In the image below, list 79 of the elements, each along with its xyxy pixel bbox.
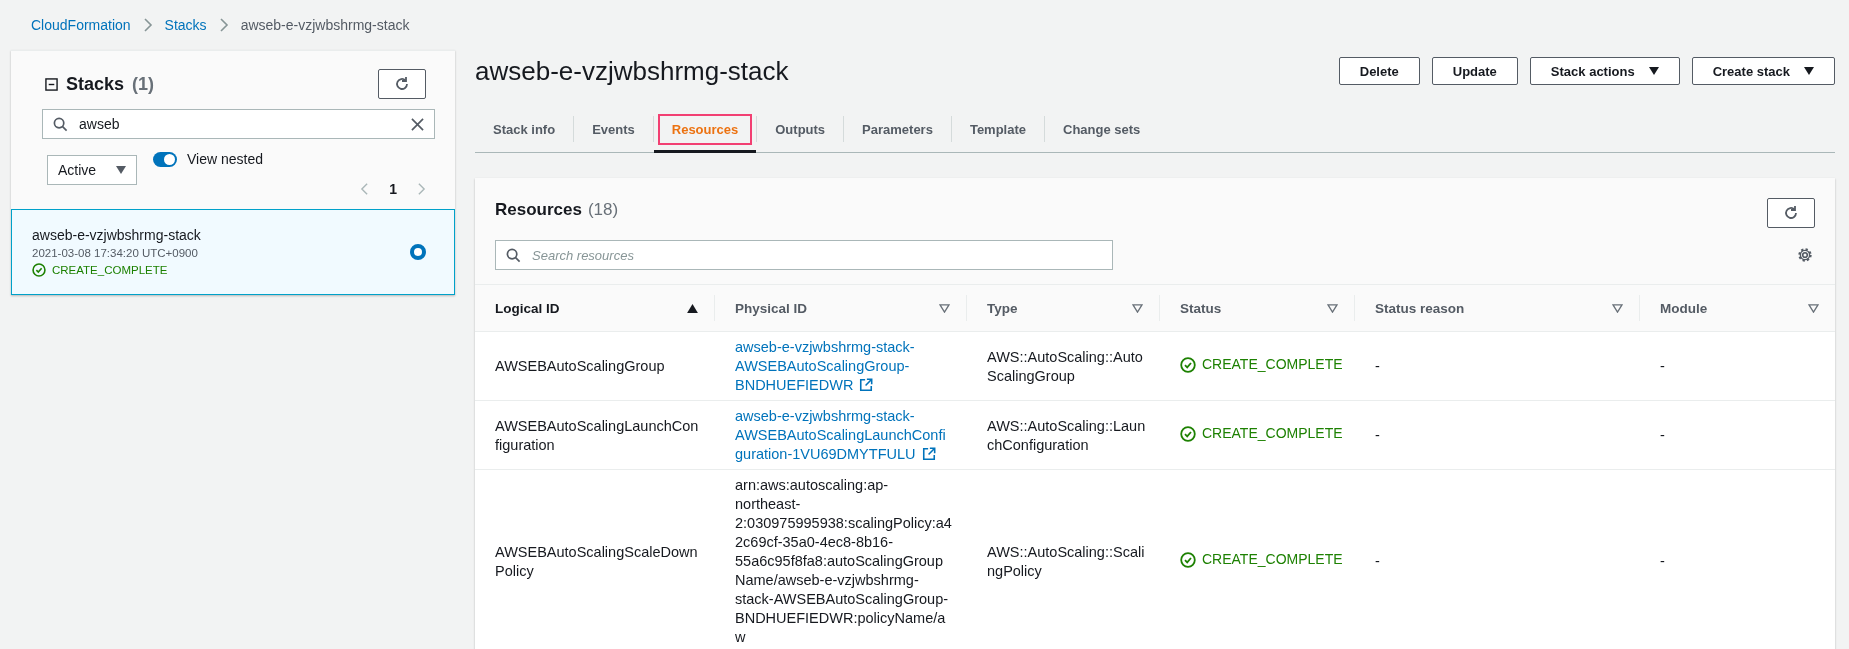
success-icon xyxy=(1180,356,1196,373)
status-text: CREATE_COMPLETE xyxy=(1202,355,1343,375)
column-header[interactable]: Status reason xyxy=(1355,295,1640,321)
search-icon xyxy=(506,248,521,263)
search-icon xyxy=(53,117,68,132)
sort-ascending-icon xyxy=(687,303,698,313)
clear-icon[interactable] xyxy=(411,118,424,131)
column-header[interactable]: Status xyxy=(1160,295,1355,321)
page-number[interactable]: 1 xyxy=(389,181,397,197)
tab[interactable]: Stack info xyxy=(479,113,570,145)
action-button[interactable]: Stack actions xyxy=(1529,57,1680,85)
table-cell: AWSEBAutoScalingGroup xyxy=(495,358,665,374)
chevron-right-icon xyxy=(218,17,229,33)
toggle-label: View nested xyxy=(187,151,263,167)
column-header[interactable]: Module xyxy=(1640,295,1835,321)
column-header[interactable]: Type xyxy=(967,295,1160,321)
stack-list-item[interactable]: awseb-e-vzjwbshrmg-stack 2021-03-08 17:34:20 UTC+0900 CREATE_COMPLETE xyxy=(11,209,455,295)
settings-icon[interactable] xyxy=(1797,247,1813,263)
column-header[interactable]: Logical ID xyxy=(475,295,715,321)
view-nested-toggle[interactable] xyxy=(153,151,177,167)
refresh-button[interactable] xyxy=(378,69,426,99)
sort-icon xyxy=(1808,303,1819,313)
table-cell: AWS::AutoScaling::LaunchConfiguration xyxy=(987,417,1146,453)
refresh-button[interactable] xyxy=(1767,198,1815,228)
action-button[interactable]: Delete xyxy=(1338,57,1420,85)
tab[interactable]: Change sets xyxy=(1049,113,1155,145)
external-link-icon xyxy=(859,378,874,392)
column-header[interactable]: Physical ID xyxy=(715,295,967,321)
success-icon xyxy=(1180,425,1196,442)
resource-count: (18) xyxy=(587,200,619,220)
sort-icon xyxy=(1132,303,1143,313)
resources-title: Resources xyxy=(495,200,582,220)
action-button[interactable]: Create stack xyxy=(1691,57,1835,85)
table-cell: - xyxy=(1375,553,1380,569)
breadcrumb-current: awseb-e-vzjwbshrmg-stack xyxy=(240,17,410,33)
action-button[interactable]: Update xyxy=(1431,57,1518,85)
caret-down-icon xyxy=(1804,67,1814,75)
breadcrumb-link[interactable]: Stacks xyxy=(164,17,207,33)
refresh-icon xyxy=(394,76,410,92)
table-cell: arn:aws:autoscaling:ap-northeast-2:030975995938:scalingPolicy:a42c69cf-35a0-4ec8-8b16-55a6c95f8fa8:autoScalingGroupName/awseb-e-vzjwbshrmg-stack-AWSEBAutoScalingGroup-BNDHUEFIEDWR:policyName/aw xyxy=(735,477,952,645)
stack-count: (1) xyxy=(132,73,155,95)
table-cell: - xyxy=(1660,427,1665,443)
table-cell: - xyxy=(1375,358,1380,374)
table-cell: AWS::AutoScaling::AutoScalingGroup xyxy=(987,348,1143,384)
radio-button[interactable] xyxy=(410,244,426,260)
panel-title: Stacks xyxy=(66,73,125,95)
chevron-right-icon xyxy=(142,17,153,33)
sort-icon xyxy=(939,303,950,313)
status-filter-select[interactable]: Active xyxy=(47,155,137,185)
physical-id-link[interactable]: awseb-e-vzjwbshrmg-stack-AWSEBAutoScalingLaunchConfiguration-1VU69DMYTFULU xyxy=(735,407,953,464)
collapse-icon[interactable] xyxy=(45,77,58,91)
tab[interactable]: Parameters xyxy=(848,113,947,145)
stack-title: awseb-e-vzjwbshrmg-stack xyxy=(475,55,789,87)
caret-down-icon xyxy=(1648,67,1659,75)
breadcrumb-link[interactable]: CloudFormation xyxy=(31,17,131,33)
table-cell: - xyxy=(1660,358,1665,374)
refresh-icon xyxy=(1783,205,1799,221)
table-cell: - xyxy=(1375,427,1380,443)
caret-down-icon xyxy=(116,166,126,174)
sort-icon xyxy=(1327,303,1338,313)
status-text: CREATE_COMPLETE xyxy=(1202,424,1343,444)
table-cell: AWS::AutoScaling::ScalingPolicy xyxy=(987,543,1145,579)
stack-search-field[interactable]: awseb xyxy=(42,109,435,139)
external-link-icon xyxy=(921,447,936,461)
resource-search-field[interactable]: Search resources xyxy=(495,240,1113,270)
status-text: CREATE_COMPLETE xyxy=(52,264,168,276)
sort-icon xyxy=(1612,303,1623,313)
tab[interactable]: Template xyxy=(955,113,1040,145)
stack-timestamp: 2021-03-08 17:34:20 UTC+0900 xyxy=(32,247,199,259)
physical-id-link[interactable]: awseb-e-vzjwbshrmg-stack-AWSEBAutoScalingGroup-BNDHUEFIEDWR xyxy=(735,338,953,395)
tab[interactable]: Events xyxy=(578,113,649,145)
success-icon xyxy=(32,263,46,277)
status-text: CREATE_COMPLETE xyxy=(1202,550,1343,570)
table-cell: - xyxy=(1660,553,1665,569)
stack-name: awseb-e-vzjwbshrmg-stack xyxy=(32,227,201,243)
table-cell: AWSEBAutoScalingScaleDownPolicy xyxy=(495,543,698,579)
table-cell: AWSEBAutoScalingLaunchConfiguration xyxy=(495,417,699,453)
tab[interactable]: Outputs xyxy=(761,113,840,145)
success-icon xyxy=(1180,551,1196,568)
